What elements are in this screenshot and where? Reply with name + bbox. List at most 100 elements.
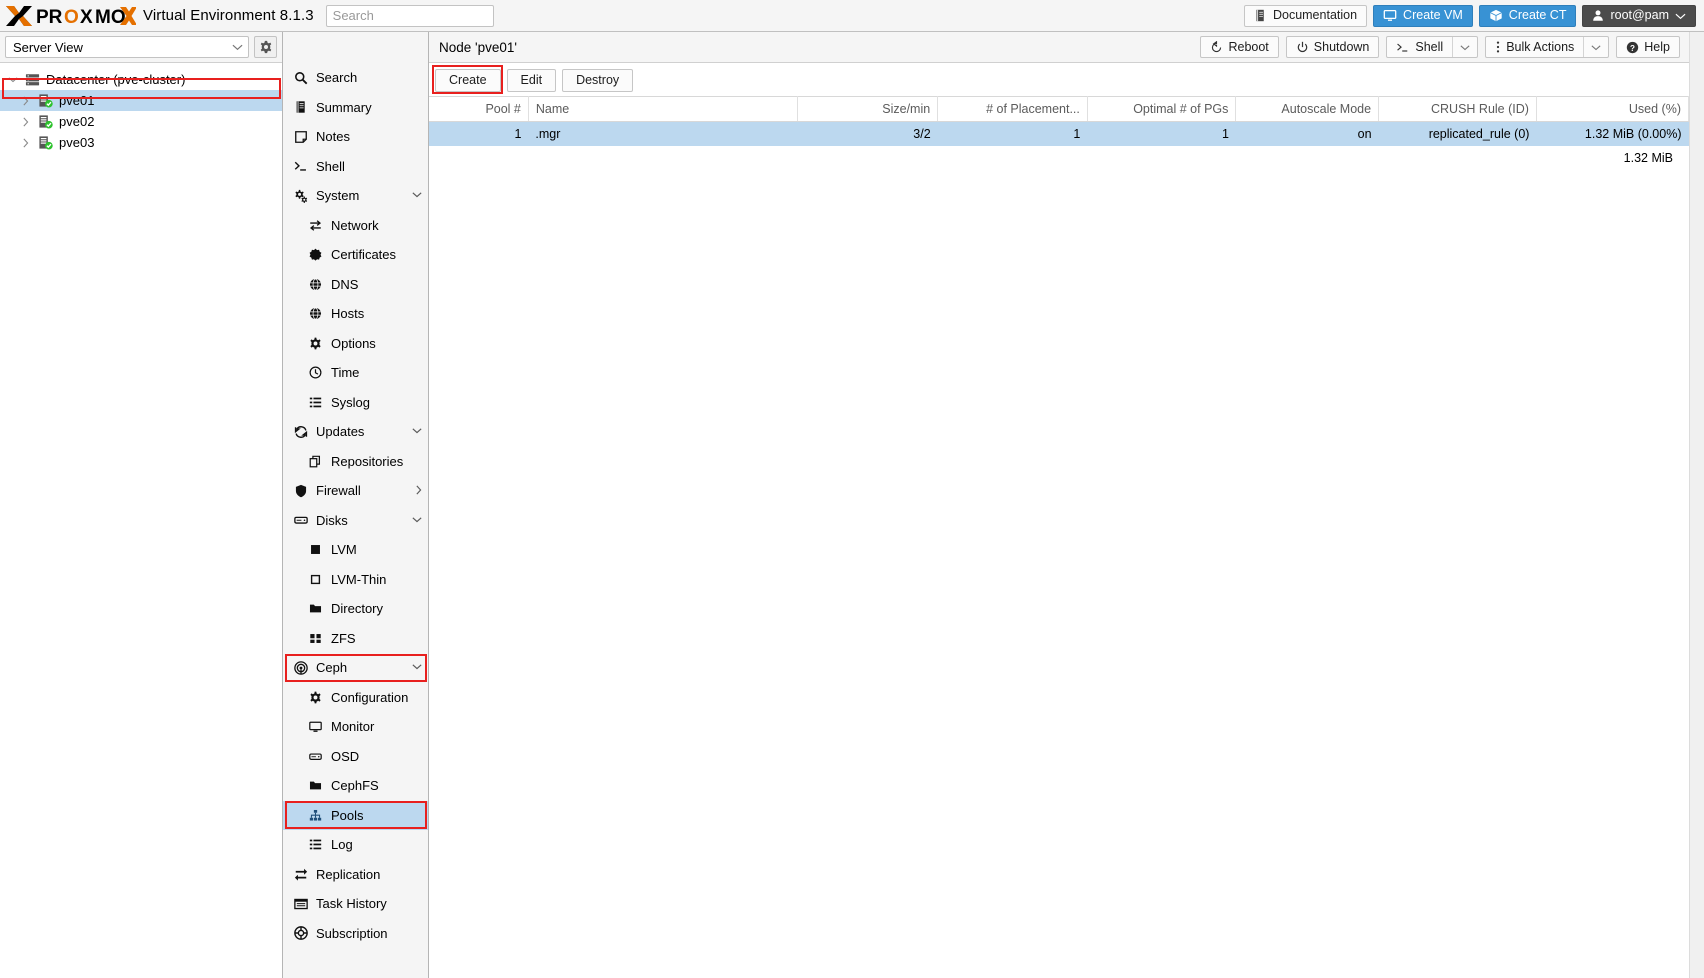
chevron-right-icon[interactable] [19, 115, 32, 128]
nav-item-system[interactable]: System [283, 181, 428, 211]
chevron-right-icon[interactable] [415, 485, 422, 497]
chevron-right-icon[interactable] [19, 136, 32, 149]
shell-dropdown-arrow[interactable] [1452, 37, 1477, 57]
cell-size-min: 3/2 [797, 121, 938, 146]
nav-item-zfs[interactable]: ZFS [283, 624, 428, 654]
chevron-down-icon[interactable] [412, 427, 422, 436]
column-header-autoscale-mode[interactable]: Autoscale Mode [1235, 96, 1380, 122]
nav-item-certificates[interactable]: Certificates [283, 240, 428, 270]
nav-item-notes[interactable]: Notes [283, 122, 428, 152]
content-header: Node 'pve01' Reboot Shutdown Shell Bulk … [429, 32, 1689, 63]
column-header-of-placement[interactable]: # of Placement... [937, 96, 1088, 122]
view-selector-dropdown[interactable]: Server View [5, 36, 249, 58]
nav-item-label: Directory [331, 601, 384, 617]
gear-icon [310, 691, 321, 704]
column-header-crush-rule-id[interactable]: CRUSH Rule (ID) [1378, 96, 1537, 122]
nav-item-label: Summary [316, 99, 372, 115]
nav-item-subscription[interactable]: Subscription [283, 919, 428, 949]
nav-item-configuration[interactable]: Configuration [283, 683, 428, 713]
svg-text:?: ? [1630, 43, 1635, 52]
column-header-optimal-of-pgs[interactable]: Optimal # of PGs [1087, 96, 1237, 122]
folder-icon [309, 781, 322, 790]
table-row[interactable]: 1 .mgr 3/2 1 1 on replicated_rule (0) 1.32 MiB … [429, 121, 1689, 146]
nav-item-syslog[interactable]: Syslog [283, 388, 428, 418]
book-icon [1256, 9, 1264, 22]
bulk-actions-dropdown-arrow[interactable] [1583, 37, 1608, 57]
nav-item-monitor[interactable]: Monitor [283, 712, 428, 742]
list-icon [309, 397, 322, 408]
vertical-scrollbar[interactable] [1689, 32, 1704, 978]
nav-item-replication[interactable]: Replication [283, 860, 428, 890]
search-icon [294, 71, 307, 85]
nav-item-updates[interactable]: Updates [283, 417, 428, 447]
nav-item-osd[interactable]: OSD [283, 742, 428, 772]
shutdown-button[interactable]: Shutdown [1285, 36, 1380, 58]
chevron-down-icon[interactable] [6, 73, 19, 86]
column-header-size-min[interactable]: Size/min [797, 96, 939, 122]
proxmox-logo[interactable]: PR O X MO [4, 4, 136, 28]
globe-icon [309, 278, 322, 291]
nav-item-search[interactable]: Search [283, 63, 428, 93]
chevron-down-icon[interactable] [412, 516, 422, 525]
nav-item-lvm-thin[interactable]: LVM-Thin [283, 565, 428, 595]
nav-item-directory[interactable]: Directory [283, 594, 428, 624]
nav-item-hosts[interactable]: Hosts [283, 299, 428, 329]
tree-item-pve03[interactable]: pve03 [0, 132, 282, 153]
cell-autoscale-mode: on [1235, 121, 1379, 146]
disk-icon [309, 753, 322, 760]
column-header-pool[interactable]: Pool # [429, 96, 529, 122]
nav-item-label: OSD [331, 748, 360, 764]
refresh-icon [294, 425, 307, 438]
tree-item-datacenter-pve-cluster[interactable]: Datacenter (pve-cluster) [0, 69, 282, 90]
nav-item-network[interactable]: Network [283, 211, 428, 241]
nav-item-lvm[interactable]: LVM [283, 535, 428, 565]
bulk-actions-button[interactable]: Bulk Actions [1485, 36, 1610, 58]
nav-item-pools[interactable]: Pools [283, 800, 428, 830]
total-used-value: 1.32 MiB [1623, 150, 1673, 165]
disk-icon [293, 516, 308, 524]
chevron-down-icon[interactable] [412, 191, 422, 200]
edit-button[interactable]: Edit [506, 68, 557, 92]
nav-item-repositories[interactable]: Repositories [283, 447, 428, 477]
node-icon [38, 114, 53, 129]
power-icon [1297, 41, 1308, 52]
nav-item-task-history[interactable]: Task History [283, 889, 428, 919]
tree-item-pve02[interactable]: pve02 [0, 111, 282, 132]
shell-button[interactable]: Shell [1386, 36, 1479, 58]
nav-item-dns[interactable]: DNS [283, 270, 428, 300]
sidebar-settings-button[interactable] [254, 36, 277, 58]
nav-item-time[interactable]: Time [283, 358, 428, 388]
help-button[interactable]: ? Help [1616, 36, 1680, 58]
search-input[interactable] [325, 4, 494, 27]
pools-grid: Pool # Name Size/min # of Placement... Optim… [429, 96, 1690, 978]
column-header-used[interactable]: Used (%) [1536, 96, 1690, 122]
nav-item-summary[interactable]: Summary [283, 93, 428, 123]
nav-item-label: Syslog [331, 394, 371, 410]
reboot-button[interactable]: Reboot [1200, 36, 1279, 58]
nav-item-log[interactable]: Log [283, 830, 428, 860]
destroy-button[interactable]: Destroy [562, 68, 634, 92]
chevron-right-icon[interactable] [19, 94, 32, 107]
tree-item-pve01[interactable]: pve01 [0, 90, 282, 111]
nav-top-spacer [283, 32, 428, 63]
bulk-actions-label: Bulk Actions [1506, 39, 1575, 54]
chevron-down-icon[interactable] [412, 663, 422, 672]
lvm-thin-icon [308, 573, 323, 586]
create-ct-button[interactable]: Create CT [1478, 4, 1577, 27]
nav-item-firewall[interactable]: Firewall [283, 476, 428, 506]
nav-item-options[interactable]: Options [283, 329, 428, 359]
network-icon [308, 219, 323, 232]
nav-item-cephfs[interactable]: CephFS [283, 771, 428, 801]
create-button[interactable]: Create [435, 68, 501, 92]
nav-item-ceph[interactable]: Ceph [283, 653, 428, 683]
search-icon [293, 71, 308, 85]
nav-item-label: Task History [316, 896, 387, 912]
user-menu-button[interactable]: root@pam [1582, 4, 1696, 27]
clock-icon [308, 366, 323, 379]
nav-item-shell[interactable]: Shell [283, 152, 428, 182]
column-header-name[interactable]: Name [528, 96, 798, 122]
shell-icon [293, 159, 308, 173]
nav-item-disks[interactable]: Disks [283, 506, 428, 536]
create-vm-button[interactable]: Create VM [1373, 4, 1473, 27]
documentation-button[interactable]: Documentation [1243, 4, 1368, 27]
